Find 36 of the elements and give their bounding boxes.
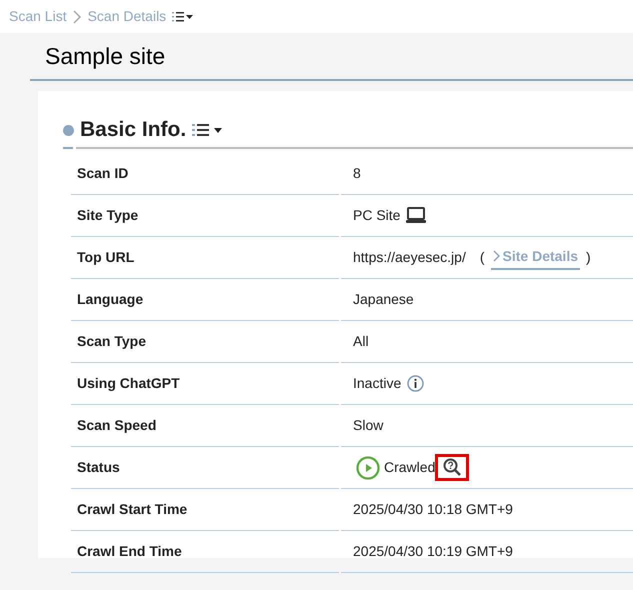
field-label: Language (71, 279, 339, 321)
list-menu-icon[interactable] (172, 11, 194, 22)
field-label: Crawl End Time (71, 531, 339, 573)
field-value: Japanese (353, 290, 414, 309)
field-label: Site Type (71, 195, 339, 237)
field-label: Scan Speed (71, 405, 339, 447)
help-search-icon[interactable] (435, 454, 470, 481)
field-label: Scan ID (71, 153, 339, 195)
breadcrumb-link[interactable]: Scan List (9, 6, 67, 27)
field-value: 8 (353, 164, 361, 183)
monitor-icon (406, 207, 426, 224)
section-title: Basic Info. (80, 117, 186, 144)
info-icon[interactable] (407, 375, 424, 392)
field-value: PC Site (353, 206, 400, 225)
field-value: All (353, 332, 369, 351)
field-value: https://aeyesec.jp/ (353, 248, 466, 267)
field-label: Crawl Start Time (71, 489, 339, 531)
chevron-icon (72, 10, 82, 24)
field-label: Status (71, 447, 339, 489)
list-menu-icon[interactable] (192, 122, 222, 138)
chevron-icon (492, 250, 500, 262)
breadcrumb-link[interactable]: Scan Details (88, 6, 166, 27)
site-details-link[interactable]: Site Details (490, 246, 580, 270)
field-value: Slow (353, 416, 384, 435)
page-title: Sample site (45, 42, 166, 71)
field-value: Crawled (384, 458, 436, 477)
play-icon (356, 456, 380, 480)
bullet-icon (63, 124, 74, 136)
field-value: 2025/04/30 10:18 GMT+9 (353, 500, 513, 519)
parenthesis: ) (586, 248, 591, 267)
field-label: Using ChatGPT (71, 363, 339, 405)
field-label: Scan Type (71, 321, 339, 363)
field-label: Top URL (71, 237, 339, 279)
field-value: 2025/04/30 10:19 GMT+9 (353, 542, 513, 561)
field-value: Inactive (353, 374, 402, 393)
parenthesis: ( (480, 248, 485, 267)
